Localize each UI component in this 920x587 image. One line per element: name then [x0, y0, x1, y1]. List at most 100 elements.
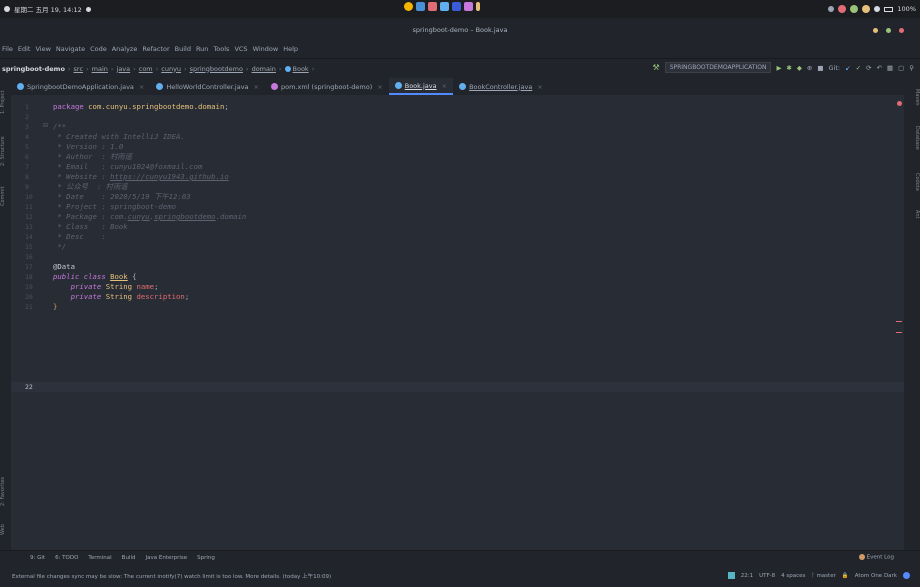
indent-setting[interactable]: 4 spaces	[781, 573, 805, 579]
close-button[interactable]	[899, 28, 904, 33]
tab-book[interactable]: Book.java ×	[388, 78, 454, 95]
tool-project[interactable]: 1: Project	[0, 82, 11, 122]
close-icon[interactable]: ×	[254, 83, 259, 91]
git-branch[interactable]: ᚴ master	[811, 573, 835, 579]
tool-spring[interactable]: Spring	[197, 555, 215, 561]
breadcrumb-project[interactable]: springboot-demo	[2, 65, 65, 73]
tab-springboot-demo-application[interactable]: SpringbootDemoApplication.java ×	[11, 78, 150, 95]
event-log-button[interactable]: Event Log	[858, 554, 894, 561]
bottom-tool-bar: 9: Git 6: TODO Terminal Build Java Enter…	[0, 550, 920, 564]
menu-help[interactable]: Help	[283, 45, 298, 53]
tool-git[interactable]: 9: Git	[30, 555, 45, 561]
tool-commit[interactable]: Commit	[0, 178, 11, 214]
breadcrumb-cunyu[interactable]: cunyu	[161, 65, 181, 73]
menu-edit[interactable]: Edit	[18, 45, 31, 53]
minimize-button[interactable]	[873, 28, 878, 33]
menu-navigate[interactable]: Navigate	[56, 45, 85, 53]
app-icon-red[interactable]	[428, 2, 437, 11]
menu-view[interactable]: View	[35, 45, 50, 53]
close-icon[interactable]: ×	[139, 83, 144, 91]
breadcrumb-book[interactable]: Book	[293, 65, 309, 73]
tray-icon-3[interactable]	[850, 5, 859, 13]
chrome-app-icon[interactable]	[404, 2, 413, 11]
menu-refactor[interactable]: Refactor	[142, 45, 169, 53]
project-structure-icon[interactable]: ▦	[887, 64, 893, 72]
app-icon-purple[interactable]	[464, 2, 473, 11]
editor-gutter[interactable]: 1 2 3 4 5 6 7 8 9 10 11 12 13 14 15 16 1…	[11, 95, 53, 550]
menu-run[interactable]: Run	[196, 45, 208, 53]
system-datetime[interactable]: 星期二 五月 19, 14:12	[14, 4, 82, 14]
close-icon[interactable]: ×	[442, 82, 447, 90]
tool-structure[interactable]: 2: Structure	[0, 128, 11, 174]
tray-icon-2[interactable]	[838, 5, 847, 13]
tool-database[interactable]: Database	[904, 118, 920, 158]
system-menu-icon[interactable]	[4, 6, 10, 12]
menu-code[interactable]: Code	[90, 45, 107, 53]
tab-label: SpringbootDemoApplication.java	[27, 82, 134, 91]
git-commit-icon[interactable]: ✓	[856, 64, 861, 72]
app-icon-idea[interactable]	[452, 2, 461, 11]
files-app-icon[interactable]	[416, 2, 425, 11]
breadcrumb-main[interactable]: main	[92, 65, 108, 73]
debug-icon[interactable]: ✱	[786, 64, 791, 72]
git-rollback-icon[interactable]: ↶	[876, 64, 881, 72]
caret-position[interactable]: 22:1	[741, 573, 753, 579]
tool-todo[interactable]: 6: TODO	[55, 555, 78, 561]
app-icon-blue[interactable]	[440, 2, 449, 11]
code-line-5: * Version : 1.0	[53, 142, 124, 151]
code-editor[interactable]: package com.cunyu.springbootdemo.domain;…	[53, 95, 904, 550]
battery-icon[interactable]	[884, 6, 894, 12]
tab-book-controller[interactable]: BookController.java ×	[453, 78, 549, 95]
tool-web[interactable]: Web	[0, 518, 11, 542]
run-icon[interactable]: ▶	[776, 64, 781, 72]
close-icon[interactable]: ×	[377, 83, 382, 91]
tab-pom-xml[interactable]: pom.xml (springboot-demo) ×	[265, 78, 389, 95]
wifi-icon[interactable]	[874, 6, 881, 12]
tray-icon-1[interactable]	[828, 6, 835, 12]
theme-name[interactable]: Atom One Dark	[855, 573, 897, 579]
tool-codota[interactable]: Codota	[904, 166, 920, 198]
codota-status-icon[interactable]	[727, 572, 735, 579]
tool-java-enterprise[interactable]: Java Enterprise	[145, 555, 187, 561]
tray-icon-4[interactable]	[862, 5, 871, 13]
app-icon-small[interactable]	[476, 2, 480, 11]
tool-favorites[interactable]: 2: Favorites	[0, 468, 11, 514]
scroll-marker[interactable]	[896, 332, 902, 333]
run-configuration-select[interactable]: SPRINGBOOTDEMOAPPLICATION	[664, 62, 772, 73]
search-icon[interactable]: ⚲	[909, 64, 914, 72]
git-update-icon[interactable]: ↙	[845, 64, 850, 72]
tool-build[interactable]: Build	[122, 555, 136, 561]
stop-icon[interactable]: ■	[817, 64, 823, 72]
profile-icon[interactable]: ⊕	[807, 64, 812, 72]
fold-icon[interactable]: ⊟	[43, 122, 48, 129]
breadcrumb-springbootdemo[interactable]: springbootdemo	[190, 65, 243, 73]
tool-ant[interactable]: Ant	[904, 204, 920, 224]
menu-tools[interactable]: Tools	[213, 45, 229, 53]
build-hammer-icon[interactable]: ⚒	[653, 63, 660, 72]
coverage-icon[interactable]: ◆	[797, 64, 802, 72]
breadcrumb-domain[interactable]: domain	[252, 65, 276, 73]
line-number: 8	[25, 173, 29, 181]
notification-icon[interactable]	[903, 572, 910, 579]
warning-indicator-icon[interactable]	[897, 101, 902, 106]
status-message[interactable]: External file changes sync may be slow: …	[12, 572, 331, 580]
website-link[interactable]: https://cunyu1943.github.io	[110, 172, 229, 181]
breadcrumb-src[interactable]: src	[74, 65, 84, 73]
lock-icon[interactable]: 🔒	[842, 573, 849, 579]
menu-build[interactable]: Build	[175, 45, 191, 53]
tab-label: HelloWorldController.java	[166, 82, 249, 91]
menu-vcs[interactable]: VCS	[234, 45, 247, 53]
scroll-marker[interactable]	[896, 321, 902, 322]
menu-window[interactable]: Window	[253, 45, 279, 53]
tab-hello-world-controller[interactable]: HelloWorldController.java ×	[150, 78, 265, 95]
menu-analyze[interactable]: Analyze	[112, 45, 138, 53]
git-history-icon[interactable]: ⟳	[866, 64, 871, 72]
maximize-button[interactable]	[886, 28, 891, 33]
breadcrumb-java[interactable]: java	[117, 65, 131, 73]
close-icon[interactable]: ×	[537, 83, 542, 91]
breadcrumb-com[interactable]: com	[139, 65, 153, 73]
file-encoding[interactable]: UTF-8	[759, 573, 775, 579]
tool-terminal[interactable]: Terminal	[88, 555, 111, 561]
menu-file[interactable]: File	[2, 45, 13, 53]
layout-icon[interactable]: ▢	[898, 64, 904, 72]
